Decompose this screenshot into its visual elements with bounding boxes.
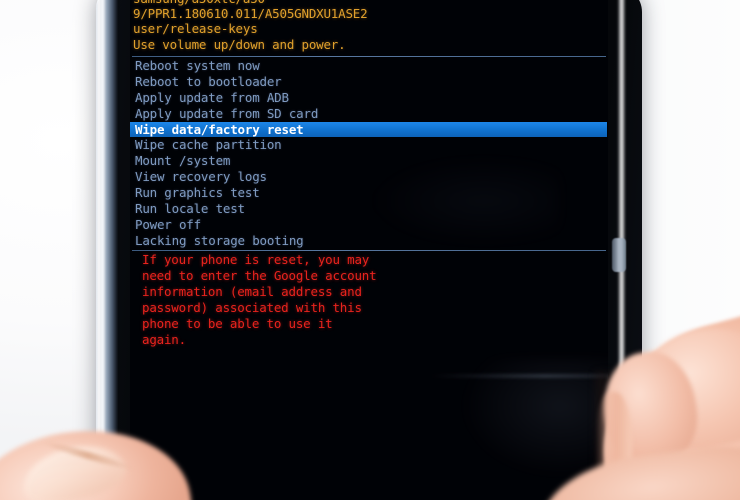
recovery-menu[interactable]: Reboot system now Reboot to bootloader A… — [130, 58, 608, 249]
header-line-instructions: Use volume up/down and power. — [133, 36, 346, 52]
menu-item-wipe-cache-partition[interactable]: Wipe cache partition — [130, 137, 608, 153]
menu-item-mount-system[interactable]: Mount /system — [130, 153, 608, 169]
warning-line-4: password) associated with this — [142, 299, 362, 315]
menu-item-power-off[interactable]: Power off — [130, 217, 608, 233]
screen-reflection-streak — [430, 374, 608, 378]
warning-line-2: need to enter the Google account — [142, 267, 377, 283]
phone-side-button[interactable] — [612, 238, 626, 272]
warning-line-6: again. — [142, 331, 186, 347]
menu-item-lacking-storage-booting[interactable]: Lacking storage booting — [130, 233, 608, 249]
menu-item-view-recovery-logs[interactable]: View recovery logs — [130, 169, 608, 185]
menu-item-run-graphics-test[interactable]: Run graphics test — [130, 185, 608, 201]
factory-reset-warning: If your phone is reset, you may need to … — [142, 252, 442, 347]
header-line-build: 9/PPR1.180610.011/A505GNDXU1ASE2 — [133, 6, 368, 22]
phone-left-rail-highlight — [100, 0, 105, 500]
warning-line-5: phone to be able to use it — [142, 315, 333, 331]
menu-item-reboot-system-now[interactable]: Reboot system now — [130, 58, 608, 74]
recovery-header: Android Recovery samsung/a50xtc/a50 9/PP… — [133, 0, 605, 52]
menu-item-apply-update-from-adb[interactable]: Apply update from ADB — [130, 90, 608, 106]
menu-item-reboot-to-bootloader[interactable]: Reboot to bootloader — [130, 74, 608, 90]
divider-below-menu — [132, 250, 606, 251]
header-line-keys: user/release-keys — [133, 21, 258, 37]
menu-item-apply-update-from-sd-card[interactable]: Apply update from SD card — [130, 106, 608, 122]
warning-line-1: If your phone is reset, you may — [142, 252, 370, 267]
menu-item-wipe-data-factory-reset[interactable]: Wipe data/factory reset — [130, 121, 607, 138]
menu-item-run-locale-test[interactable]: Run locale test — [130, 201, 608, 217]
android-recovery-screen[interactable]: Android Recovery samsung/a50xtc/a50 9/PP… — [130, 0, 608, 500]
screen-reflection-lower — [460, 358, 608, 478]
screenshot-stage: Android Recovery samsung/a50xtc/a50 9/PP… — [0, 0, 740, 500]
divider-above-menu — [132, 56, 606, 57]
warning-line-3: information (email address and — [142, 283, 362, 299]
